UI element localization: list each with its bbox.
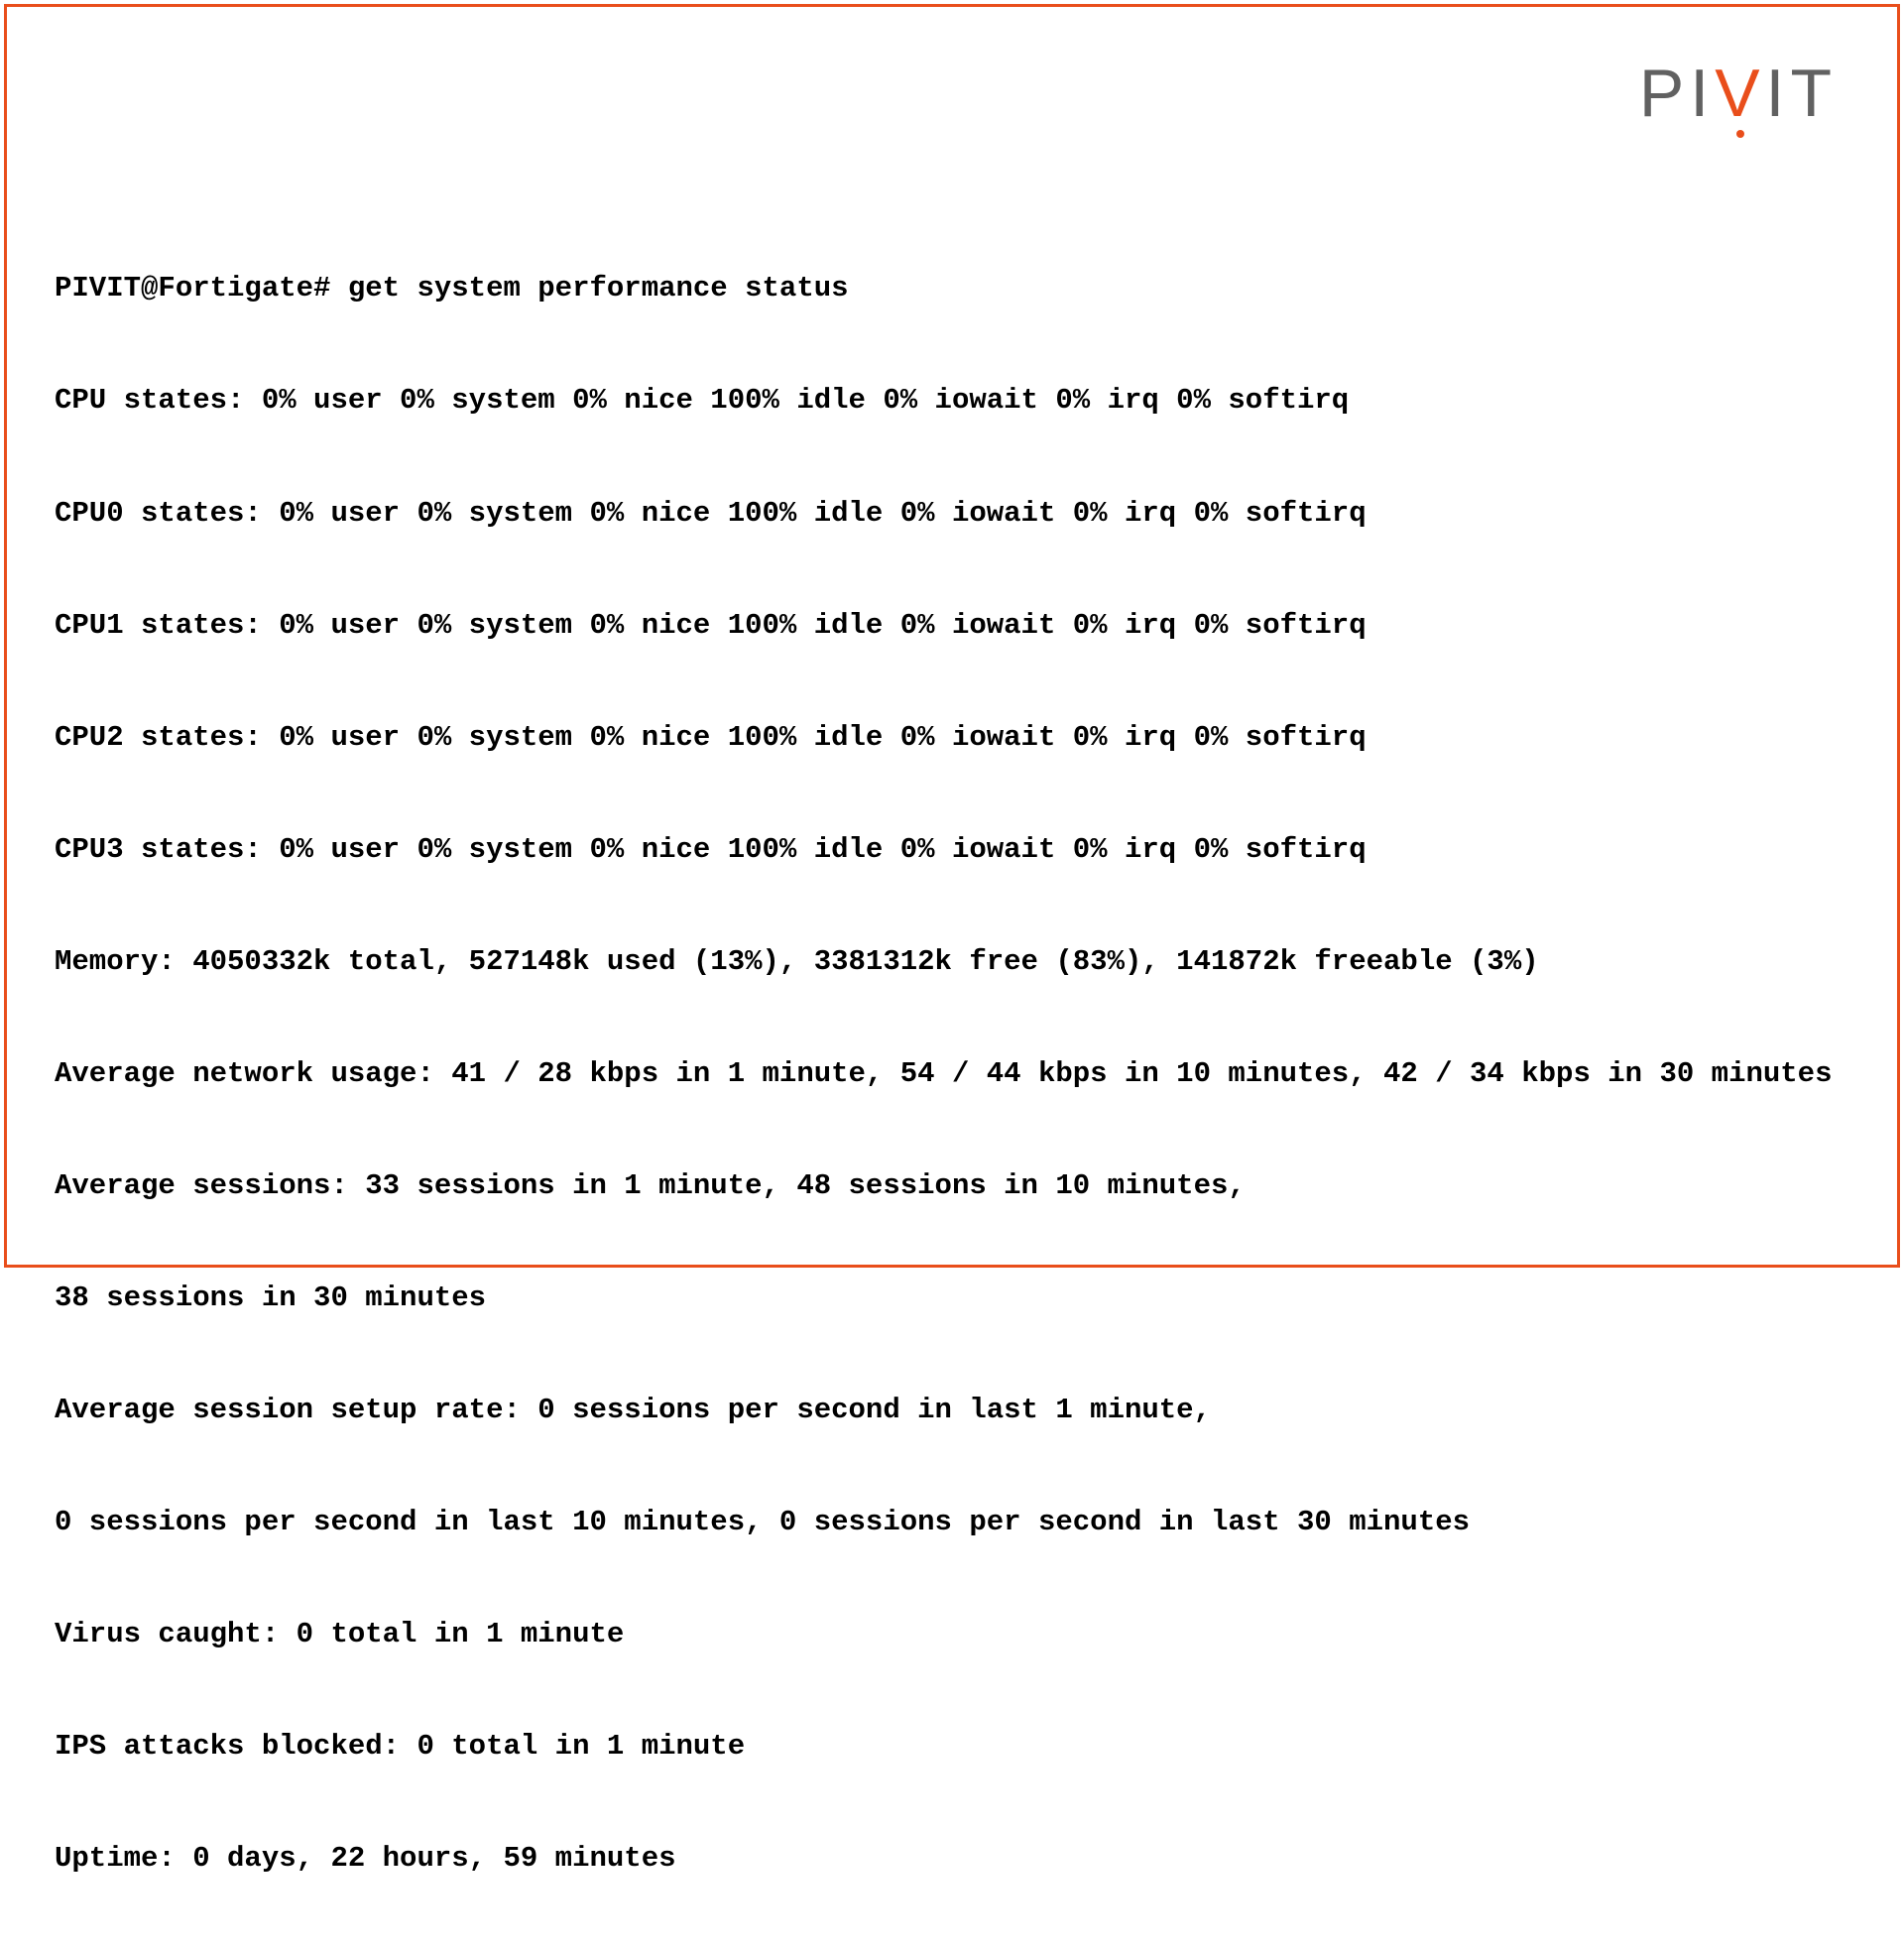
terminal-line: Average network usage: 41 / 28 kbps in 1… [55, 1055, 1849, 1093]
terminal-line: CPU states: 0% user 0% system 0% nice 10… [55, 382, 1849, 420]
logo-dot-icon [1736, 130, 1744, 138]
pivit-logo: P I V I T [1639, 55, 1838, 132]
logo-letter-i2: I [1766, 55, 1791, 132]
logo-letter-v: V [1715, 55, 1765, 132]
terminal-line: CPU0 states: 0% user 0% system 0% nice 1… [55, 495, 1849, 533]
terminal-line: Average sessions: 33 sessions in 1 minut… [55, 1167, 1849, 1205]
logo-letter-t: T [1790, 55, 1838, 132]
terminal-line: 38 sessions in 30 minutes [55, 1280, 1849, 1317]
terminal-line: 0 sessions per second in last 10 minutes… [55, 1504, 1849, 1541]
logo-letter-i1: I [1690, 55, 1715, 132]
terminal-line: Memory: 4050332k total, 527148k used (13… [55, 943, 1849, 981]
terminal-line: PIVIT@Fortigate# get system performance … [55, 270, 1849, 307]
window-frame: P I V I T PIVIT@Fortigate# get system pe… [4, 4, 1900, 1268]
terminal-line: CPU3 states: 0% user 0% system 0% nice 1… [55, 831, 1849, 869]
terminal-line: Average session setup rate: 0 sessions p… [55, 1392, 1849, 1429]
terminal-line: IPS attacks blocked: 0 total in 1 minute [55, 1728, 1849, 1766]
terminal-line: Virus caught: 0 total in 1 minute [55, 1616, 1849, 1653]
logo-v-wrap: V [1715, 55, 1765, 132]
terminal-output: PIVIT@Fortigate# get system performance … [55, 195, 1849, 1952]
logo-letter-p: P [1639, 55, 1690, 132]
terminal-line: CPU2 states: 0% user 0% system 0% nice 1… [55, 719, 1849, 757]
terminal-line: CPU1 states: 0% user 0% system 0% nice 1… [55, 607, 1849, 645]
terminal-line: Uptime: 0 days, 22 hours, 59 minutes [55, 1840, 1849, 1878]
